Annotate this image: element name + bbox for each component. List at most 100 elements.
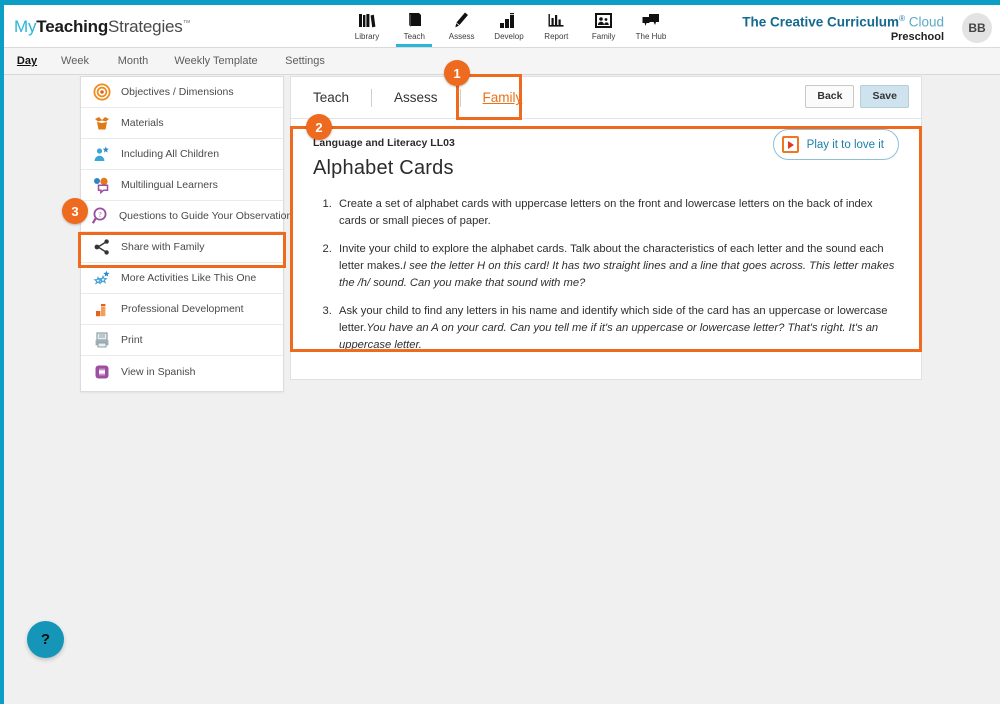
activity-body: Language and Literacy LL03 Alphabet Card… [291,119,921,354]
nav-label-the-hub: The Hub [636,32,667,41]
main-nav: Library Teach [344,8,674,48]
logo-part-teaching: Teaching [36,17,108,36]
sidebar-item-print[interactable]: Print [81,325,283,356]
activity-sidebar: Objectives / Dimensions Materials Includ… [80,76,284,392]
subnav-item-day[interactable]: Day [8,55,46,67]
nav-item-teach[interactable]: Teach [391,8,437,47]
sidebar-label-materials: Materials [121,117,164,129]
sidebar-label-questions-to-guide-your-observations: Questions to Guide Your Observations [119,210,298,222]
nav-item-library[interactable]: Library [344,8,390,47]
logo-part-strategies: Strategies [108,17,183,36]
tab-assess[interactable]: Assess [372,90,460,105]
nav-item-report[interactable]: Report [533,8,579,47]
share-nodes-icon [92,237,112,257]
sidebar-item-view-in-spanish[interactable]: View in Spanish [81,356,283,387]
nav-underline-assess [444,44,480,47]
target-icon [92,82,112,102]
logo-trademark: ™ [183,18,191,27]
sidebar-label-more-activities-like-this-one: More Activities Like This One [121,272,256,284]
product-brand: The Creative Curriculum® Cloud Preschool [742,14,944,43]
step-dialogue: You have an A on your card. Can you tell… [339,322,878,351]
subnav-item-month[interactable]: Month [104,55,162,67]
family-photo-icon [595,11,612,29]
subnav-item-weekly-template[interactable]: Weekly Template [162,55,270,67]
brand-line-2: Preschool [742,31,944,43]
avatar[interactable]: BB [962,13,992,43]
sidebar-label-professional-development: Professional Development [121,303,244,315]
nav-item-family[interactable]: Family [581,8,627,47]
app-header: MyTeachingStrategies™ Library [4,5,1000,48]
save-button[interactable]: Save [860,85,909,108]
bar-chart-icon [548,11,564,29]
printer-icon [92,330,112,350]
nav-underline-develop [491,44,527,47]
magnifier-question-icon: ? [92,206,110,226]
nav-item-develop[interactable]: Develop [486,8,532,47]
logo-part-my: My [14,17,36,36]
nav-item-the-hub[interactable]: The Hub [628,8,674,47]
action-buttons: Back Save [805,85,909,108]
brand-cloud: Cloud [905,15,944,30]
secondary-nav: Day Week Month Weekly Template Settings [4,48,1000,75]
sidebar-label-objectives-dimensions: Objectives / Dimensions [121,86,234,98]
app-page: MyTeachingStrategies™ Library [0,0,1000,704]
chat-bubbles-icon [642,11,660,29]
brand-line-1: The Creative Curriculum® Cloud [742,14,944,30]
book-icon [406,11,423,29]
nav-underline-report [538,44,574,47]
person-star-icon [92,144,112,164]
nav-item-assess[interactable]: Assess [439,8,485,47]
step-dialogue: I see the letter H on this card! It has … [339,260,894,289]
subnav-item-week[interactable]: Week [46,55,104,67]
step-text: Create a set of alphabet cards with uppe… [339,198,873,227]
sidebar-item-objectives-dimensions[interactable]: Objectives / Dimensions [81,77,283,108]
list-item: Ask your child to find any letters in hi… [335,303,899,354]
sidebar-label-view-in-spanish: View in Spanish [121,366,196,378]
sidebar-label-multilingual-learners: Multilingual Learners [121,179,218,191]
stars-icon [92,268,112,288]
activity-tabs: Teach Assess Family Back Save [291,77,921,119]
play-icon [782,136,799,153]
sidebar-item-more-activities-like-this-one[interactable]: More Activities Like This One [81,263,283,294]
nav-underline-the-hub [633,44,669,47]
left-accent-bar [0,0,4,704]
sidebar-item-share-with-family[interactable]: Share with Family [81,232,283,263]
nav-underline-teach [396,44,432,47]
list-item: Create a set of alphabet cards with uppe… [335,196,899,230]
back-button[interactable]: Back [805,85,854,108]
sidebar-item-questions-to-guide-your-observations[interactable]: ? Questions to Guide Your Observations [81,201,283,232]
play-it-to-love-it-button[interactable]: Play it to love it [773,129,899,160]
books-icon [358,11,376,29]
spanish-flag-icon [92,362,112,382]
sidebar-item-materials[interactable]: Materials [81,108,283,139]
annotation-badge-3: 3 [62,198,88,224]
brand-name: The Creative Curriculum [742,15,899,30]
nav-label-teach: Teach [404,32,425,41]
page-title: Alphabet Cards [313,157,899,180]
sidebar-item-multilingual-learners[interactable]: Multilingual Learners [81,170,283,201]
activity-panel: Teach Assess Family Back Save Language a… [290,76,922,380]
sidebar-item-including-all-children[interactable]: Including All Children [81,139,283,170]
sidebar-label-print: Print [121,334,143,346]
activity-steps: Create a set of alphabet cards with uppe… [313,196,899,354]
subnav-item-settings[interactable]: Settings [270,55,340,67]
help-button[interactable]: ? [27,621,64,658]
annotation-badge-1: 1 [444,60,470,86]
bar-steps-orange-icon [92,299,112,319]
sidebar-item-professional-development[interactable]: Professional Development [81,294,283,325]
open-box-icon [92,113,112,133]
speech-bubbles-icon [92,175,112,195]
nav-underline-family [586,44,622,47]
nav-label-assess: Assess [449,32,475,41]
tab-teach[interactable]: Teach [291,90,371,105]
tab-family[interactable]: Family [461,90,545,105]
app-logo[interactable]: MyTeachingStrategies™ [14,17,190,37]
nav-underline-library [349,44,385,47]
nav-label-family: Family [592,32,616,41]
annotation-badge-2: 2 [306,114,332,140]
nav-label-report: Report [544,32,568,41]
list-item: Invite your child to explore the alphabe… [335,241,899,292]
svg-text:?: ? [98,210,102,219]
sidebar-label-including-all-children: Including All Children [121,148,219,160]
nav-label-develop: Develop [494,32,523,41]
